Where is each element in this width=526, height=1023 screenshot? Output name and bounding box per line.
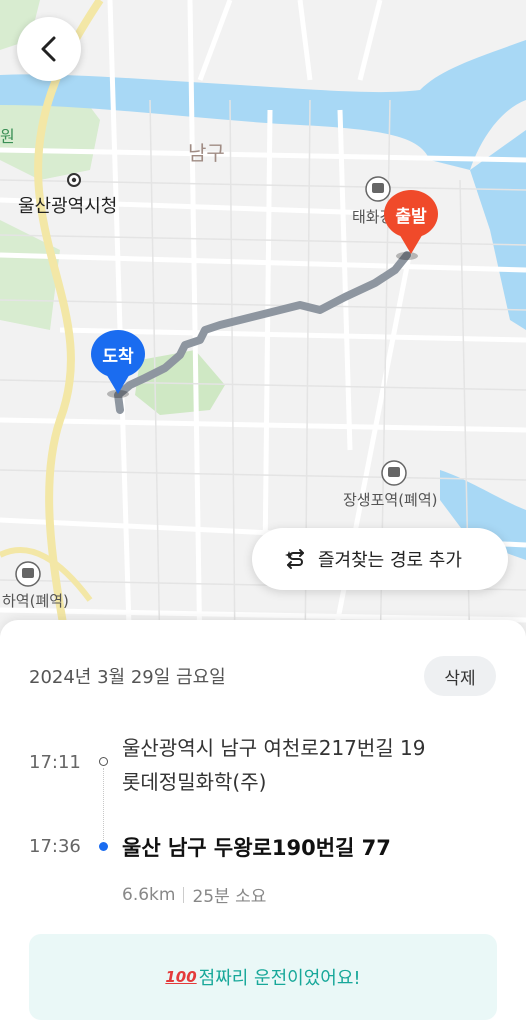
destination-time: 17:36 xyxy=(29,836,81,857)
destination-dot-icon xyxy=(99,842,108,851)
start-pin-label: 출발 xyxy=(395,206,427,227)
trip-summary: 6.6km 25분 소요 xyxy=(122,882,267,908)
hundred-points-icon: 100 xyxy=(165,968,197,986)
end-pin-label: 도착 xyxy=(102,346,134,367)
start-pin[interactable]: 출발 xyxy=(384,190,438,254)
add-favorite-route-label: 즐겨찾는 경로 추가 xyxy=(318,550,462,571)
trip-duration: 25분 소요 xyxy=(192,887,267,907)
delete-button[interactable]: 삭제 xyxy=(424,656,496,696)
map-label-edge-left: 원 xyxy=(0,127,15,146)
end-pin[interactable]: 도착 xyxy=(91,330,145,394)
add-favorite-route-button[interactable]: 즐겨찾는 경로 추가 xyxy=(252,528,508,590)
origin-location: 울산광역시 남구 여천로217번길 19 롯데정밀화학(주) xyxy=(122,731,426,799)
score-banner: 100 점짜리 운전이었어요! xyxy=(29,934,497,1020)
destination-address: 울산 남구 두왕로190번길 77 xyxy=(122,836,391,860)
map-label-station-left: 하역(폐역) xyxy=(2,592,69,610)
route-sparkle-icon xyxy=(285,549,304,569)
divider xyxy=(183,886,185,903)
back-button[interactable] xyxy=(17,17,81,81)
station-icon-right xyxy=(381,460,407,486)
station-icon-left xyxy=(15,561,41,587)
trip-date: 2024년 3월 29일 금요일 xyxy=(29,667,226,688)
trip-distance: 6.6km xyxy=(122,884,176,905)
origin-time: 17:11 xyxy=(29,752,81,773)
origin-address: 울산광역시 남구 여천로217번길 19 xyxy=(122,736,426,760)
chevron-left-icon xyxy=(41,36,56,62)
origin-dot-icon xyxy=(99,757,108,766)
score-banner-text: 점짜리 운전이었어요! xyxy=(198,968,361,989)
map-label-station-right: 장생포역(폐역) xyxy=(343,491,438,509)
route-connector xyxy=(103,768,104,840)
map-label-district: 남구 xyxy=(188,141,225,165)
trip-detail-sheet: 2024년 3월 29일 금요일 삭제 17:11 울산광역시 남구 여천로21… xyxy=(0,620,526,1023)
map-label-city-hall: 울산광역시청 xyxy=(18,196,117,217)
origin-place: 롯데정밀화학(주) xyxy=(122,770,267,794)
